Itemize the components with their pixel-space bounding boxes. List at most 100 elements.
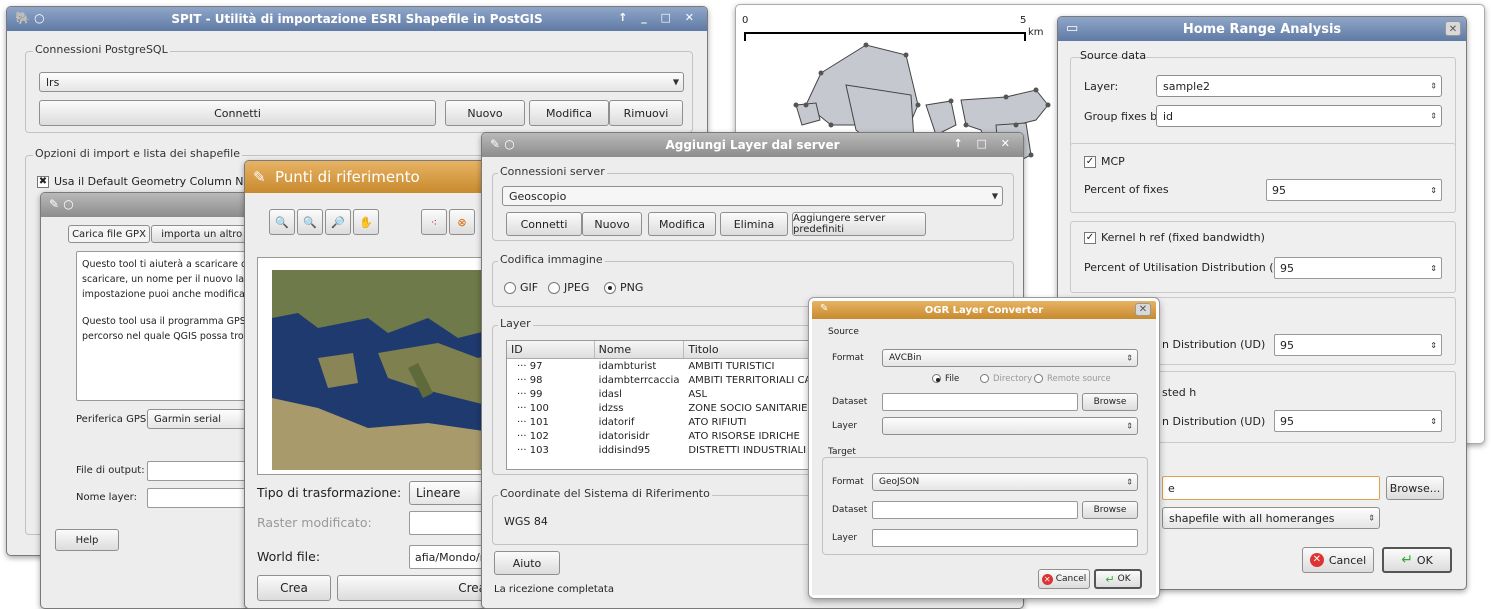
hr-cancel-button[interactable]: ✕ Cancel bbox=[1302, 547, 1374, 573]
wms-titlebar: ✎ ○ Aggiungi Layer dal server ↑ □ ✕ bbox=[482, 133, 1023, 157]
gps-output-input[interactable] bbox=[147, 461, 257, 481]
ogr-target-layer-input[interactable] bbox=[872, 529, 1138, 547]
table-cell: idambturist bbox=[598, 360, 657, 372]
spit-title: SPIT - Utilità di importazione ESRI Shap… bbox=[171, 12, 543, 26]
hr-output-mode-select[interactable]: shapefile with all homeranges ⇕ bbox=[1162, 507, 1380, 529]
hr-ok-button[interactable]: ↵ OK bbox=[1382, 547, 1452, 573]
table-cell: ··· 99 bbox=[517, 388, 543, 400]
hr-kernel-checkbox[interactable]: ✓ Kernel h ref (fixed bandwidth) bbox=[1084, 231, 1265, 244]
spit-default-geom[interactable]: ✖ Usa il Default Geometry Column Name bbox=[37, 175, 268, 188]
wms-connect-button[interactable]: Connetti bbox=[506, 212, 582, 236]
spit-titlebar: 🐘 ○ SPIT - Utilità di importazione ESRI … bbox=[7, 7, 707, 31]
hr-group-label: Group fixes by bbox=[1084, 110, 1164, 123]
gps-help-button[interactable]: Help bbox=[55, 529, 119, 551]
ogr-titlebar: ✎ OGR Layer Converter ✕ bbox=[812, 301, 1156, 319]
table-cell: ··· 100 bbox=[517, 402, 549, 414]
hr-cancel-label: Cancel bbox=[1328, 553, 1367, 567]
hr-ud3-spin[interactable]: 95 ⇕ bbox=[1274, 410, 1442, 432]
col-name[interactable]: Nome bbox=[595, 341, 685, 358]
spit-connect-button[interactable]: Connetti bbox=[39, 100, 436, 126]
spinner-arrows-icon: ⇕ bbox=[1430, 340, 1437, 350]
wms-delete-button[interactable]: Elimina bbox=[720, 212, 788, 236]
wms-help-button[interactable]: Aiuto bbox=[494, 551, 560, 575]
ogr-target-format-select[interactable]: GeoJSON ⇕ bbox=[872, 473, 1138, 491]
spit-edit-button[interactable]: Modifica bbox=[529, 100, 609, 126]
hr-mcp-checkbox[interactable]: ✓ MCP bbox=[1084, 155, 1125, 168]
gps-output-label: File di output: bbox=[76, 465, 145, 476]
zoom-in-icon[interactable]: 🔍 bbox=[269, 209, 295, 235]
georef-title: Punti di riferimento bbox=[275, 168, 420, 186]
window-controls[interactable]: ↑ □ ✕ bbox=[954, 137, 1016, 150]
ogr-source-dataset-input[interactable] bbox=[882, 393, 1078, 411]
wms-encoding-label: Codifica immagine bbox=[498, 253, 605, 266]
gps-layername-label: Nome layer: bbox=[76, 492, 137, 503]
georef-transform-value: Lineare bbox=[416, 486, 461, 500]
radio-on-icon bbox=[604, 282, 616, 294]
georef-world-label: World file: bbox=[257, 549, 321, 564]
pan-hand-icon[interactable]: ✋ bbox=[353, 209, 379, 235]
ogr-remote-radio[interactable]: Remote source bbox=[1034, 374, 1111, 384]
ogr-source-format-select[interactable]: AVCBin ⇕ bbox=[882, 349, 1138, 367]
radio-off-icon bbox=[980, 374, 989, 383]
hr-adjusted-label: sted h bbox=[1162, 386, 1197, 399]
delete-point-icon[interactable]: ⊗ bbox=[449, 209, 475, 235]
georef-map-canvas[interactable] bbox=[257, 257, 495, 475]
hr-ud2-spin[interactable]: 95 ⇕ bbox=[1274, 334, 1442, 356]
hr-group-select[interactable]: id ⇕ bbox=[1156, 105, 1442, 127]
wms-server-select[interactable]: Geoscopio ▼ bbox=[502, 186, 1003, 206]
georef-create-button[interactable]: Crea bbox=[257, 575, 331, 601]
gps-layername-input[interactable] bbox=[147, 488, 257, 508]
gps-device-label: Periferica GPS: bbox=[76, 414, 150, 425]
gps-device-select[interactable]: Garmin serial bbox=[147, 409, 247, 429]
ogr-source-layer-select[interactable]: ⇕ bbox=[882, 417, 1138, 435]
spinner-arrows-icon: ⇕ bbox=[1430, 263, 1437, 273]
georef-create2-button[interactable]: Crea bbox=[337, 575, 495, 601]
ogr-directory-radio[interactable]: Directory bbox=[980, 374, 1032, 384]
ogr-ok-button[interactable]: ↵ OK bbox=[1094, 569, 1142, 589]
wms-jpeg-radio[interactable]: JPEG bbox=[548, 281, 589, 294]
add-point-icon[interactable]: ⁖ bbox=[421, 209, 447, 235]
wms-add-default-button[interactable]: Aggiungere server predefiniti bbox=[792, 212, 926, 236]
zoom-full-icon[interactable]: 🔎 bbox=[325, 209, 351, 235]
close-icon[interactable]: ✕ bbox=[1135, 303, 1151, 316]
spinner-arrows-icon: ⇕ bbox=[1430, 111, 1437, 121]
window-controls[interactable]: ↑ _ □ ✕ bbox=[618, 11, 699, 24]
spinner-arrows-icon: ⇕ bbox=[1430, 81, 1437, 91]
ogr-source-browse-button[interactable]: Browse bbox=[1082, 393, 1138, 411]
spinner-arrows-icon: ⇕ bbox=[1126, 477, 1133, 487]
hr-output-input[interactable]: e bbox=[1162, 476, 1380, 500]
spit-new-button[interactable]: Nuovo bbox=[445, 100, 525, 126]
hr-ud-spin[interactable]: 95 ⇕ bbox=[1274, 257, 1442, 279]
spit-conn-group-label: Connessioni PostgreSQL bbox=[33, 43, 170, 56]
spit-connection-select[interactable]: lrs ▼ bbox=[39, 72, 684, 92]
wms-edit-button[interactable]: Modifica bbox=[648, 212, 716, 236]
ogr-target-dataset-input[interactable] bbox=[872, 501, 1078, 519]
wms-gif-radio[interactable]: GIF bbox=[504, 281, 538, 294]
hr-layer-select[interactable]: sample2 ⇕ bbox=[1156, 75, 1442, 97]
spit-default-geom-label: Usa il Default Geometry Column Name bbox=[54, 175, 268, 188]
georef-raster-label: Raster modificato: bbox=[257, 515, 372, 530]
ogr-cancel-button[interactable]: ✕ Cancel bbox=[1038, 569, 1090, 589]
georef-transform-label: Tipo di trasformazione: bbox=[257, 485, 402, 500]
ogr-directory-label: Directory bbox=[993, 374, 1033, 384]
zoom-out-icon[interactable]: 🔍 bbox=[297, 209, 323, 235]
radio-off-icon bbox=[548, 282, 560, 294]
wms-png-label: PNG bbox=[620, 281, 644, 294]
close-icon[interactable]: ✕ bbox=[1445, 21, 1461, 36]
georef-titlebar: ✎ Punti di riferimento bbox=[245, 161, 495, 193]
ogr-file-radio[interactable]: File bbox=[932, 374, 959, 384]
checkmark-icon: ✓ bbox=[1084, 156, 1096, 168]
wms-new-button[interactable]: Nuovo bbox=[582, 212, 642, 236]
hr-ud2-value: 95 bbox=[1280, 338, 1294, 352]
qgis-icon: ✎ bbox=[253, 168, 266, 186]
wms-png-radio[interactable]: PNG bbox=[604, 281, 643, 294]
hr-kernel-label: Kernel h ref (fixed bandwidth) bbox=[1101, 231, 1265, 244]
gps-tab-load[interactable]: Carica file GPX bbox=[68, 225, 150, 243]
col-id[interactable]: ID bbox=[507, 341, 595, 358]
ogr-source-format-value: AVCBin bbox=[889, 353, 922, 363]
hr-percent-fixes-spin[interactable]: 95 ⇕ bbox=[1266, 179, 1442, 201]
ogr-target-browse-button[interactable]: Browse bbox=[1082, 501, 1138, 519]
spit-remove-button[interactable]: Rimuovi bbox=[609, 100, 683, 126]
wms-crs-value: WGS 84 bbox=[504, 515, 548, 528]
hr-browse-button[interactable]: Browse... bbox=[1386, 476, 1444, 500]
